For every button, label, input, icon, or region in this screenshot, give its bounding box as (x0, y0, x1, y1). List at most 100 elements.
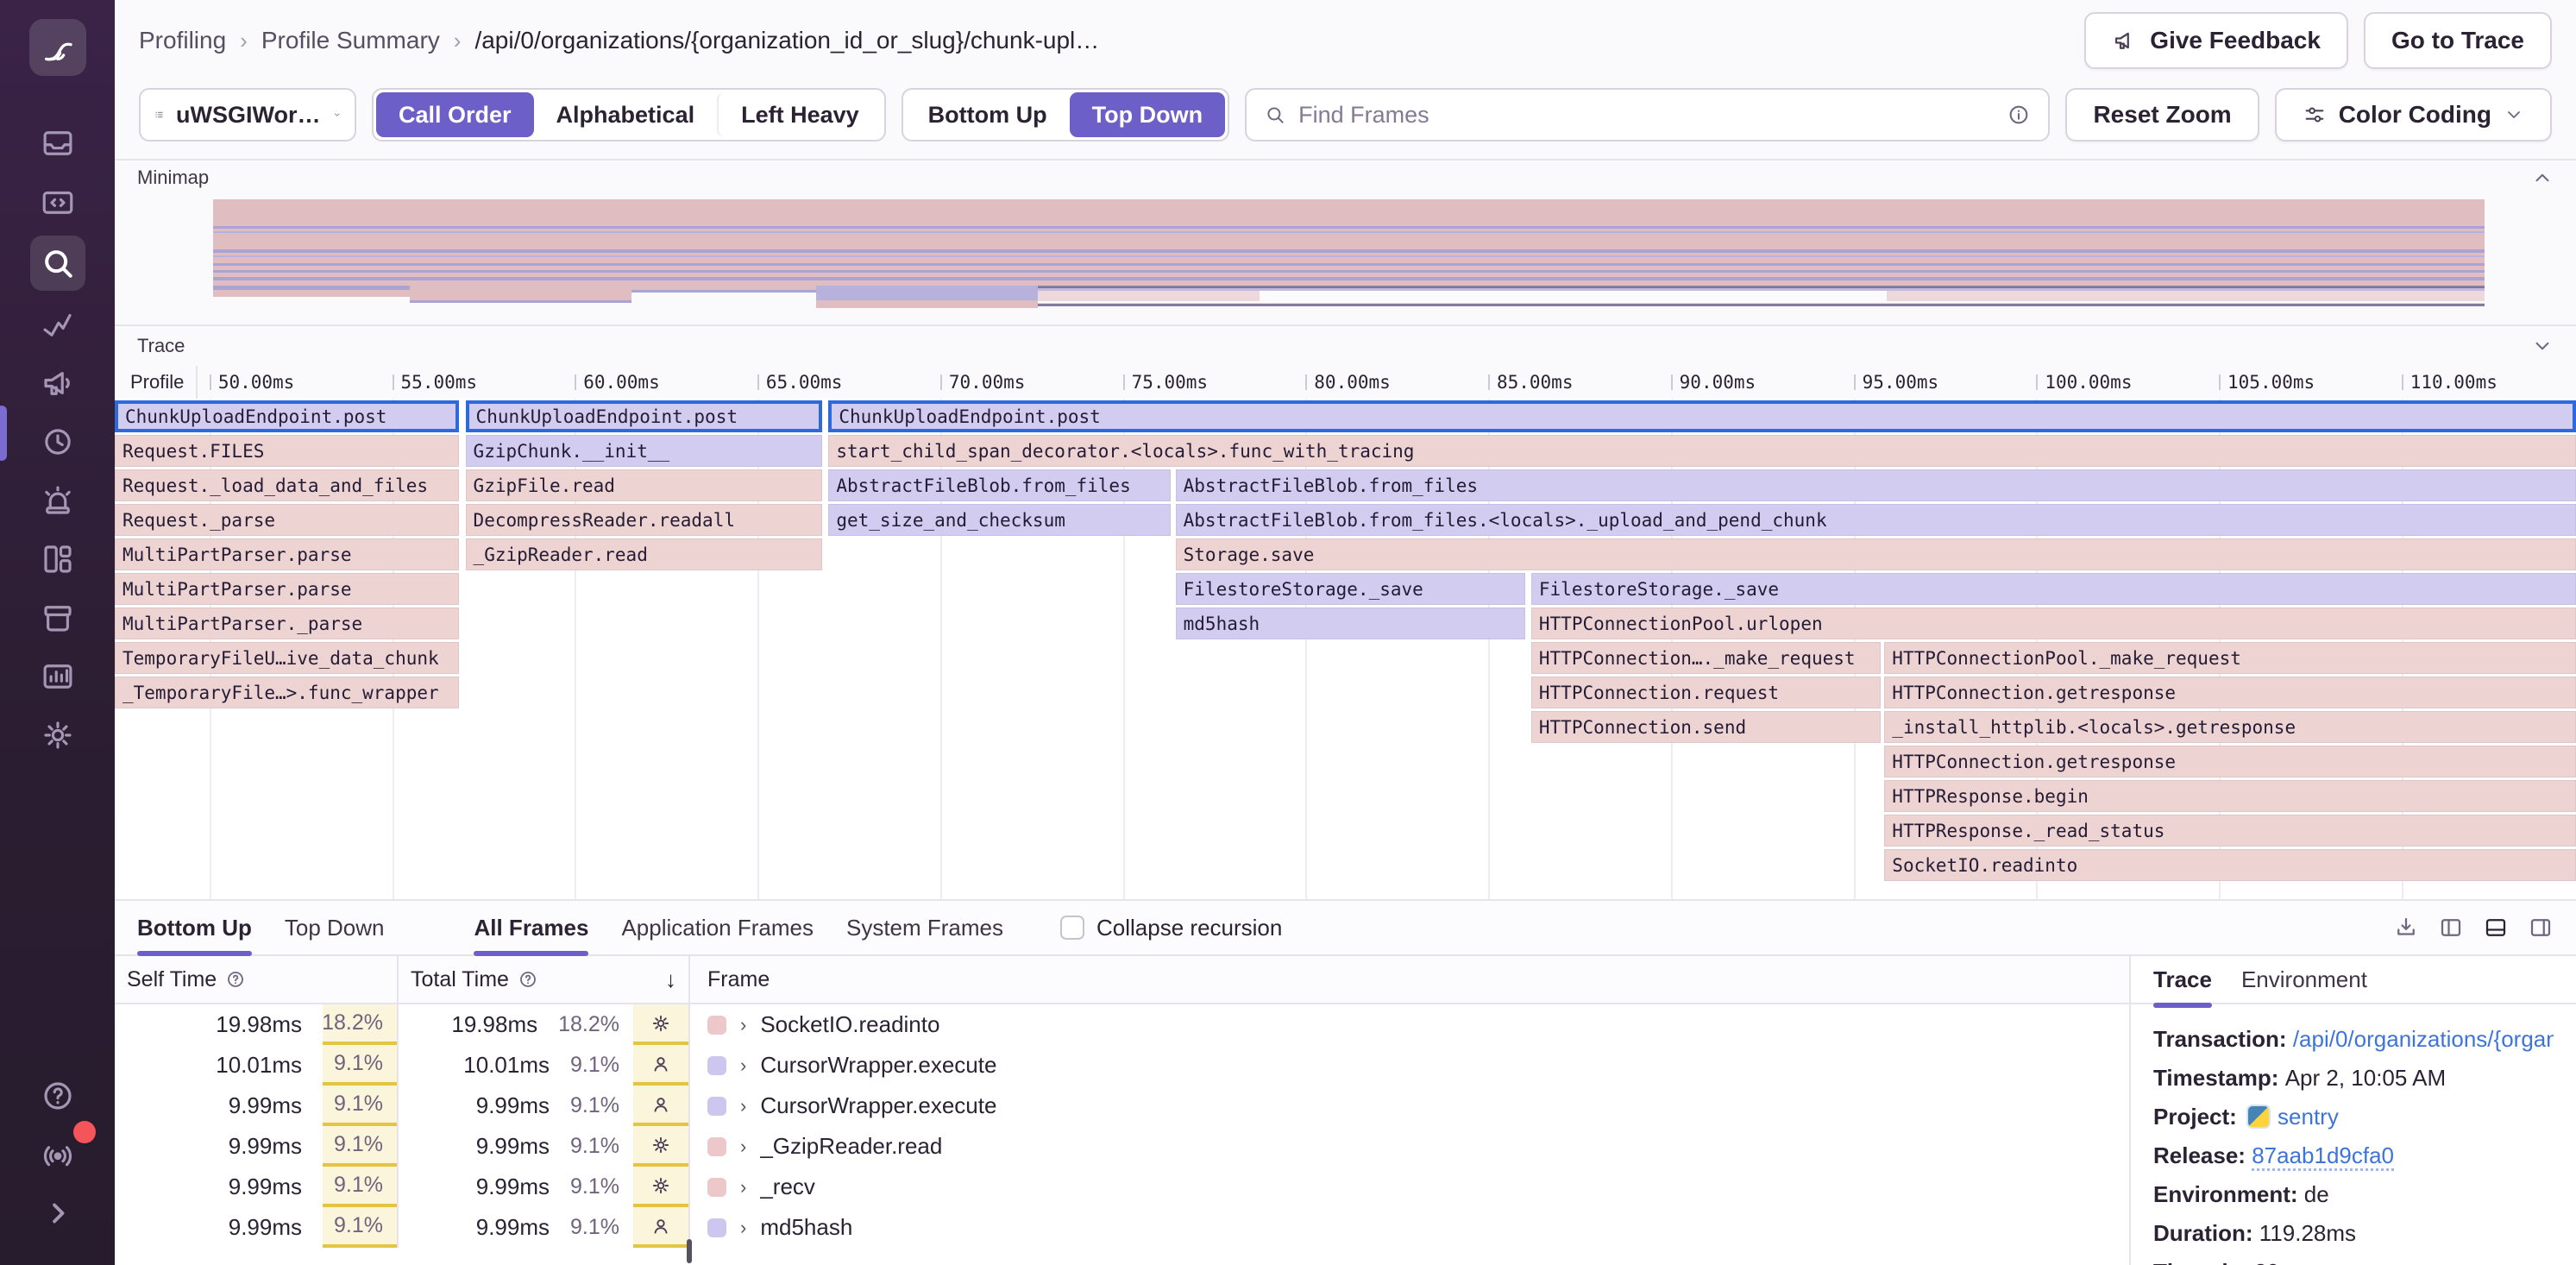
sidebar-item-traces[interactable] (30, 299, 85, 349)
reset-zoom-button[interactable]: Reset Zoom (2065, 88, 2259, 142)
give-feedback-button[interactable]: Give Feedback (2084, 12, 2348, 69)
flame-frame[interactable]: AbstractFileBlob.from_files (828, 469, 1171, 501)
table-row[interactable]: 9.99ms9.1%9.99ms9.1%›CursorWrapper.execu… (115, 1086, 2129, 1126)
flame-frame[interactable]: MultiPartParser.parse (115, 573, 459, 605)
sort-call-order[interactable]: Call Order (376, 92, 534, 137)
flame-frame[interactable]: _TemporaryFile…>.func_wrapper (115, 677, 459, 708)
flame-frame[interactable]: start_child_span_decorator.<locals>.func… (828, 435, 2576, 467)
flame-frame[interactable]: HTTPConnectionPool._make_request (1884, 642, 2576, 674)
help-button[interactable] (30, 1071, 85, 1121)
frame-name-cell[interactable]: ›CursorWrapper.execute (690, 1086, 2129, 1126)
chevron-down-icon[interactable] (2531, 335, 2554, 357)
sidebar-item-stats[interactable] (30, 651, 85, 702)
breadcrumb-profiling[interactable]: Profiling (139, 27, 226, 54)
flame-frame[interactable]: Request._parse (115, 504, 459, 536)
table-row[interactable]: 19.98ms18.2%19.98ms18.2%›SocketIO.readin… (115, 1004, 2129, 1045)
table-row[interactable]: 10.01ms9.1%10.01ms9.1%›CursorWrapper.exe… (115, 1045, 2129, 1086)
color-coding-button[interactable]: Color Coding (2275, 88, 2552, 142)
flame-frame[interactable]: HTTPConnectionPool.urlopen (1531, 607, 2576, 639)
direction-top-down[interactable]: Top Down (1070, 92, 1225, 137)
minimap[interactable] (115, 195, 2576, 324)
detail-field-value[interactable]: /api/0/organizations/{organ… (2293, 1026, 2554, 1052)
breadcrumb-profile-summary[interactable]: Profile Summary (261, 27, 440, 54)
sidebar-item-settings[interactable] (30, 710, 85, 760)
frame-name-cell[interactable]: ›md5hash (690, 1207, 2129, 1248)
table-row[interactable]: 9.99ms9.1%9.99ms9.1%›_recv (115, 1167, 2129, 1207)
sort-alphabetical[interactable]: Alphabetical (534, 92, 718, 137)
flame-frame[interactable]: TemporaryFileU…ive_data_chunk (115, 642, 459, 674)
flame-frame[interactable]: HTTPConnection…._make_request (1531, 642, 1881, 674)
flame-frame[interactable]: HTTPConnection.getresponse (1884, 746, 2576, 777)
detail-field-value[interactable]: sentry (2278, 1104, 2339, 1130)
sidebar-item-alerts[interactable] (30, 475, 85, 526)
tab-system-frames[interactable]: System Frames (846, 900, 1003, 955)
sort-left-heavy[interactable]: Left Heavy (717, 92, 882, 137)
expand-chevron-icon[interactable]: › (740, 1176, 746, 1199)
expand-chevron-icon[interactable]: › (740, 1054, 746, 1077)
flame-frame[interactable]: Request._load_data_and_files (115, 469, 459, 501)
sidebar-item-replays[interactable] (30, 417, 85, 467)
flame-frame[interactable]: FilestoreStorage._save (1531, 573, 2576, 605)
frame-name-cell[interactable]: ›_GzipReader.read (690, 1126, 2129, 1167)
flame-frame[interactable]: AbstractFileBlob.from_files (1176, 469, 2576, 501)
flame-frame[interactable]: _GzipReader.read (466, 538, 823, 570)
flame-frame[interactable]: GzipFile.read (466, 469, 823, 501)
whats-new-button[interactable] (30, 1130, 85, 1180)
expand-chevron-icon[interactable]: › (740, 1136, 746, 1158)
sidebar-item-releases[interactable] (30, 593, 85, 643)
direction-bottom-up[interactable]: Bottom Up (906, 92, 1070, 137)
table-row[interactable]: 9.99ms9.1%9.99ms9.1%›md5hash (115, 1207, 2129, 1248)
flame-frame[interactable]: MultiPartParser._parse (115, 607, 459, 639)
chevron-up-icon[interactable] (2531, 167, 2554, 189)
flame-frame[interactable]: ChunkUploadEndpoint.post (115, 400, 459, 432)
total-time-header[interactable]: Total Time ↓ (399, 956, 690, 1003)
layout-bottom-icon[interactable] (2483, 915, 2509, 941)
detail-field-value[interactable]: 87aab1d9cfa0 (2252, 1142, 2394, 1171)
flame-frame[interactable]: AbstractFileBlob.from_files.<locals>._up… (1176, 504, 2576, 536)
panel-tab-environment[interactable]: Environment (2241, 956, 2367, 1007)
flame-frame[interactable]: HTTPConnection.request (1531, 677, 1881, 708)
flame-frame[interactable]: FilestoreStorage._save (1176, 573, 1525, 605)
flame-frame[interactable]: MultiPartParser.parse (115, 538, 459, 570)
go-to-trace-button[interactable]: Go to Trace (2364, 12, 2552, 69)
info-icon[interactable] (2007, 103, 2031, 127)
layout-left-icon[interactable] (2438, 915, 2464, 941)
expand-chevron-icon[interactable]: › (740, 1095, 746, 1117)
flame-frame[interactable]: ChunkUploadEndpoint.post (828, 400, 2576, 432)
flamegraph[interactable]: ChunkUploadEndpoint.postChunkUploadEndpo… (115, 399, 2576, 899)
expand-chevron-icon[interactable]: › (740, 1014, 746, 1036)
flame-frame[interactable]: Storage.save (1176, 538, 2576, 570)
expand-chevron-icon[interactable]: › (740, 1217, 746, 1239)
find-frames-input[interactable] (1298, 102, 1995, 129)
flame-frame[interactable]: Request.FILES (115, 435, 459, 467)
frame-header[interactable]: Frame (690, 956, 2129, 1003)
flame-frame[interactable]: HTTPResponse._read_status (1884, 815, 2576, 846)
self-time-header[interactable]: Self Time (115, 956, 399, 1003)
flame-frame[interactable]: HTTPConnection.send (1531, 711, 1881, 743)
flame-frame[interactable]: SocketIO.readinto (1884, 849, 2576, 881)
flame-frame[interactable]: GzipChunk.__init__ (466, 435, 823, 467)
layout-right-icon[interactable] (2528, 915, 2554, 941)
frame-name-cell[interactable]: ›CursorWrapper.execute (690, 1045, 2129, 1086)
tab-all-frames[interactable]: All Frames (474, 900, 588, 955)
sidebar-item-issues[interactable] (30, 118, 85, 168)
sidebar-item-explore[interactable] (30, 236, 85, 291)
sidebar-item-dashboards[interactable] (30, 534, 85, 584)
tab-bottom-up[interactable]: Bottom Up (137, 900, 252, 955)
flame-frame[interactable]: DecompressReader.readall (466, 504, 823, 536)
collapse-recursion-checkbox[interactable] (1060, 916, 1084, 940)
frame-name-cell[interactable]: ›SocketIO.readinto (690, 1004, 2129, 1045)
sidebar-item-projects[interactable] (30, 177, 85, 227)
flame-frame[interactable]: HTTPResponse.begin (1884, 780, 2576, 812)
flame-frame[interactable]: _install_httplib.<locals>.getresponse (1884, 711, 2576, 743)
sidebar-item-feedback[interactable] (30, 358, 85, 408)
sidebar-collapse-button[interactable] (30, 1188, 85, 1238)
tab-application-frames[interactable]: Application Frames (621, 900, 814, 955)
minimap-viewport[interactable] (1038, 286, 2485, 306)
flame-frame[interactable]: get_size_and_checksum (828, 504, 1171, 536)
flame-frame[interactable]: HTTPConnection.getresponse (1884, 677, 2576, 708)
panel-tab-trace[interactable]: Trace (2153, 956, 2212, 1007)
thread-selector[interactable]: uWSGIWor… (139, 88, 356, 142)
flame-frame[interactable]: ChunkUploadEndpoint.post (466, 400, 823, 432)
tab-top-down[interactable]: Top Down (285, 900, 385, 955)
